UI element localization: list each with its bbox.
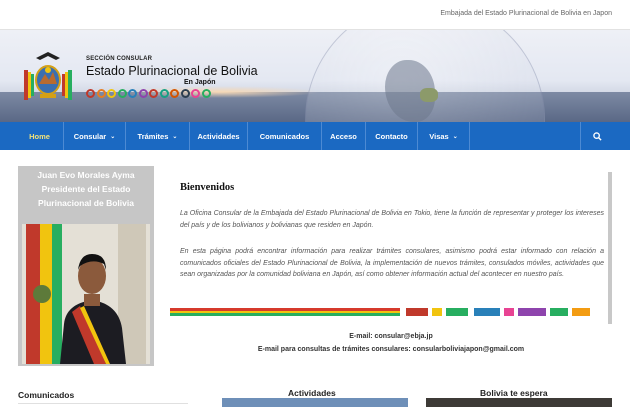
nav-item-label: Trámites xyxy=(137,131,169,141)
nav-item-label: Consular xyxy=(73,131,107,141)
banner-title: Estado Plurinacional de Bolivia xyxy=(86,64,258,78)
nav-item-contacto[interactable]: Contacto xyxy=(366,122,418,150)
decorative-dot xyxy=(159,89,169,98)
consular-section-label: SECCIÓN CONSULAR xyxy=(86,56,153,62)
embassy-tagline: Embajada del Estado Plurinacional de Bol… xyxy=(440,10,612,17)
president-role-2: Plurinacional de Bolivia xyxy=(38,198,134,208)
nav-item-label: Contacto xyxy=(375,131,408,141)
president-photo xyxy=(22,224,150,364)
decorative-dot xyxy=(96,89,106,98)
nav-item-label: Acceso xyxy=(330,131,357,141)
welcome-panel: Bienvenidos La Oficina Consular de la Em… xyxy=(170,172,612,324)
welcome-paragraph-1: La Oficina Consular de la Embajada del E… xyxy=(180,210,604,229)
decorative-dots xyxy=(86,89,211,98)
decorative-dot xyxy=(128,89,137,98)
coat-of-arms-icon xyxy=(24,52,72,100)
nav-item-actividades[interactable]: Actividades xyxy=(190,122,248,150)
president-role: Presidente del Estado xyxy=(41,184,131,194)
search-icon xyxy=(593,131,602,141)
nav-item-label: Home xyxy=(29,131,50,141)
president-name: Juan Evo Morales Ayma xyxy=(37,170,135,180)
decorative-dot xyxy=(117,89,127,98)
chevron-down-icon: ⌄ xyxy=(172,133,178,140)
decorative-dot xyxy=(149,89,158,98)
nav-item-label: Comunicados xyxy=(259,131,310,141)
chevron-down-icon: ⌄ xyxy=(110,133,116,140)
decorative-dot xyxy=(180,89,190,98)
consular-email[interactable]: E-mail: consular@ebja.jp xyxy=(170,330,612,343)
nav-item-acceso[interactable]: Acceso xyxy=(322,122,366,150)
nav-item-label: Visas xyxy=(429,131,449,141)
flag-stripe-divider xyxy=(170,308,600,316)
header-banner: SECCIÓN CONSULAR Estado Plurinacional de… xyxy=(0,30,630,122)
welcome-title: Bienvenidos xyxy=(180,182,235,193)
decorative-dot xyxy=(191,89,200,98)
bolivia-thumbnail[interactable] xyxy=(426,398,612,407)
banner-country: En Japón xyxy=(184,79,216,86)
nav-item-comunicados[interactable]: Comunicados xyxy=(248,122,322,150)
actividades-thumbnail[interactable] xyxy=(222,398,408,407)
bolivia-heading: Bolivia te espera xyxy=(480,388,548,398)
actividades-heading: Actividades xyxy=(288,388,336,398)
nav-item-visas[interactable]: Visas ⌄ xyxy=(418,122,470,150)
nav-item-tramites[interactable]: Trámites ⌄ xyxy=(126,122,190,150)
search-button[interactable] xyxy=(580,122,614,150)
decorative-dot xyxy=(170,89,179,98)
nav-item-home[interactable]: Home xyxy=(16,122,64,150)
decorative-dot xyxy=(86,89,95,98)
decorative-dot xyxy=(201,89,211,98)
top-bar: Embajada del Estado Plurinacional de Bol… xyxy=(0,0,630,30)
bolivia-map-graphic xyxy=(420,88,438,102)
chevron-down-icon: ⌄ xyxy=(452,133,458,140)
nav-item-consular[interactable]: Consular ⌄ xyxy=(64,122,126,150)
main-navigation: Home Consular ⌄ Trámites ⌄ Actividades Comunic… xyxy=(0,122,630,150)
decorative-dot xyxy=(107,89,116,98)
president-card: Juan Evo Morales Ayma Presidente del Est… xyxy=(18,166,154,366)
consultation-email[interactable]: E-mail para consultas de trámites consul… xyxy=(170,343,612,356)
comunicados-heading: Comunicados xyxy=(18,390,75,400)
decorative-dot xyxy=(138,89,148,98)
nav-item-label: Actividades xyxy=(197,131,240,141)
welcome-paragraph-2: En esta página podrá encontrar informaci… xyxy=(180,248,604,278)
